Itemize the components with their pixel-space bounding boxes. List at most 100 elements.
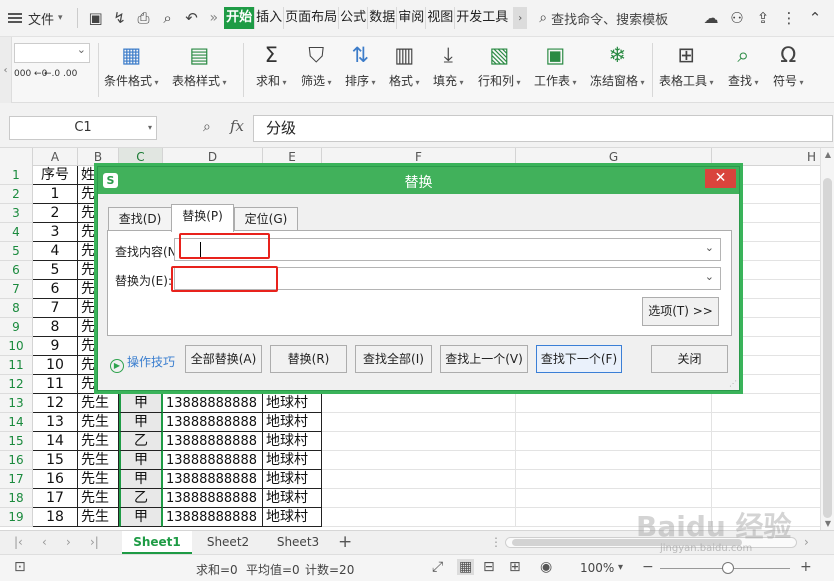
cell-a[interactable]: 14 (33, 432, 78, 451)
tab-insert[interactable]: 插入 (254, 7, 283, 29)
column-header-g[interactable]: G (516, 148, 712, 166)
replace-all-button[interactable]: 全部替换(A) (185, 345, 262, 373)
cell-d[interactable]: 13888888888 (163, 432, 263, 451)
upload-icon[interactable]: ⇪ (750, 6, 776, 30)
cell-d[interactable]: 13888888888 (163, 413, 263, 432)
page-break-view-icon[interactable]: ⊞ (509, 559, 521, 575)
empty-cell[interactable] (516, 451, 712, 470)
column-header-d[interactable]: D (163, 148, 263, 166)
cell-a[interactable]: 15 (33, 451, 78, 470)
row-header[interactable]: 12 (0, 375, 33, 394)
cell-d[interactable]: 13888888888 (163, 470, 263, 489)
options-button[interactable]: 选项(T) >> (642, 297, 719, 326)
empty-cell[interactable] (712, 432, 820, 451)
row-header[interactable]: 17 (0, 470, 33, 489)
increase-decimal-button[interactable]: 000 ←0 (14, 69, 47, 79)
empty-cell[interactable] (712, 470, 820, 489)
format-button[interactable]: ▥ 格式 (389, 42, 420, 89)
worksheet-button[interactable]: ▣ 工作表 (534, 42, 577, 89)
cell-e[interactable]: 地球村 (263, 394, 322, 413)
sort-button[interactable]: ⇅ 排序 (345, 42, 376, 89)
tab-goto[interactable]: 定位(G) (234, 207, 298, 231)
row-header[interactable]: 8 (0, 299, 33, 318)
cell-c[interactable]: 乙 (119, 489, 163, 508)
cell-a[interactable]: 13 (33, 413, 78, 432)
cell-b[interactable]: 先生 (78, 508, 119, 527)
row-header[interactable]: 10 (0, 337, 33, 356)
cell-d[interactable]: 13888888888 (163, 489, 263, 508)
resize-grip-icon[interactable]: ⋰ (729, 379, 737, 388)
close-icon[interactable]: ✕ (705, 169, 736, 188)
empty-cell[interactable] (322, 508, 516, 527)
file-menu[interactable]: 文件 (28, 9, 54, 28)
cell-e[interactable]: 地球村 (263, 489, 322, 508)
cell-a[interactable]: 1 (33, 185, 78, 204)
row-header[interactable]: 5 (0, 242, 33, 261)
page-layout-view-icon[interactable]: ⊟ (483, 559, 495, 575)
empty-cell[interactable] (516, 394, 712, 413)
cell-a[interactable]: 7 (33, 299, 78, 318)
replace-button[interactable]: 替换(R) (270, 345, 347, 373)
cell-a[interactable]: 8 (33, 318, 78, 337)
tab-developer[interactable]: 开发工具 (454, 7, 509, 29)
close-button[interactable]: 关闭 (651, 345, 728, 373)
cell-a[interactable]: 12 (33, 394, 78, 413)
cell-d[interactable]: 13888888888 (163, 394, 263, 413)
undo-icon[interactable]: ↶ (180, 6, 204, 30)
cell-b[interactable]: 先生 (78, 432, 119, 451)
select-all-corner[interactable] (0, 148, 33, 166)
cell-e[interactable]: 地球村 (263, 451, 322, 470)
zoom-out-icon[interactable]: − (642, 559, 654, 575)
dialog-title-bar[interactable]: S 替换 ✕ (98, 167, 739, 194)
row-header[interactable]: 3 (0, 204, 33, 223)
cell-a[interactable]: 4 (33, 242, 78, 261)
cell-a[interactable]: 序号 (33, 166, 78, 185)
fx-icon[interactable]: fx (230, 117, 244, 135)
fit-view-icon[interactable]: ⤢ (432, 559, 443, 575)
row-header[interactable]: 6 (0, 261, 33, 280)
empty-cell[interactable] (712, 451, 820, 470)
freeze-pane-button[interactable]: ❄ 冻结窗格 (590, 42, 645, 89)
column-header-e[interactable]: E (263, 148, 322, 166)
cell-c[interactable]: 甲 (119, 470, 163, 489)
add-sheet-button[interactable]: + (338, 531, 352, 553)
row-header[interactable]: 9 (0, 318, 33, 337)
row-header[interactable]: 11 (0, 356, 33, 375)
table-style-button[interactable]: ▤ 表格样式 (172, 42, 227, 89)
prev-sheet-icon[interactable]: ‹ (42, 535, 47, 549)
chevron-down-icon[interactable]: ⌄ (705, 270, 714, 283)
filter-button[interactable]: ⛉ 筛选 (301, 42, 332, 89)
conditional-format-button[interactable]: ▦ 条件格式 (104, 42, 159, 89)
column-header-c[interactable]: C (119, 148, 163, 166)
reading-mode-icon[interactable]: ◉ (540, 559, 552, 575)
cell-b[interactable]: 先生 (78, 394, 119, 413)
empty-cell[interactable] (516, 432, 712, 451)
cell-c[interactable]: 甲 (119, 413, 163, 432)
zoom-slider-knob[interactable] (722, 562, 734, 574)
empty-cell[interactable] (322, 413, 516, 432)
find-button[interactable]: ⌕ 查找 (728, 42, 759, 89)
row-header[interactable]: 7 (0, 280, 33, 299)
tab-home[interactable]: 开始 (224, 7, 255, 29)
empty-cell[interactable] (516, 413, 712, 432)
more-sheets-icon[interactable]: ⋮ (490, 535, 502, 549)
sheet-tab-3[interactable]: Sheet3 (265, 531, 331, 554)
symbol-button[interactable]: Ω 符号 (773, 42, 804, 89)
tab-formulas[interactable]: 公式 (338, 7, 367, 29)
row-header[interactable]: 19 (0, 508, 33, 527)
cell-b[interactable]: 先生 (78, 451, 119, 470)
cell-c[interactable]: 乙 (119, 432, 163, 451)
cell-a[interactable]: 2 (33, 204, 78, 223)
decrease-decimal-button[interactable]: ←.0 .00 (44, 69, 77, 79)
find-previous-button[interactable]: 查找上一个(V) (440, 345, 528, 373)
empty-cell[interactable] (322, 432, 516, 451)
cell-c[interactable]: 甲 (119, 508, 163, 527)
print-icon[interactable]: ⎙ (132, 6, 156, 30)
scroll-right-icon[interactable]: › (804, 535, 809, 549)
tab-find[interactable]: 查找(D) (108, 207, 172, 231)
zoom-level[interactable]: 100% (580, 561, 614, 575)
row-header[interactable]: 16 (0, 451, 33, 470)
row-header[interactable]: 15 (0, 432, 33, 451)
hamburger-menu-icon[interactable] (8, 13, 22, 23)
empty-cell[interactable] (322, 489, 516, 508)
